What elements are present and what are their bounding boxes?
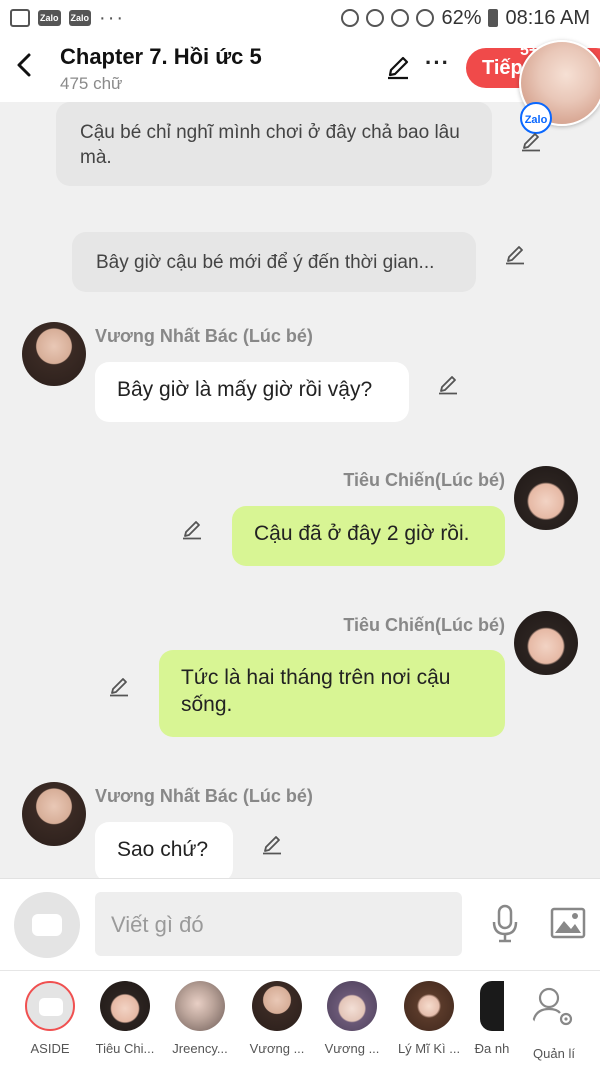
image-picker-icon[interactable] [550, 907, 586, 939]
edit-chapter-icon[interactable] [385, 54, 411, 80]
narration-text: Bây giờ cậu bé mới để ý đến thời gian... [96, 252, 435, 273]
character-label: Quản lí [533, 1046, 575, 1061]
zalo-notification-icon: Zalo [38, 10, 61, 26]
microphone-icon[interactable] [490, 904, 520, 944]
character-jreency[interactable]: Jreency... [160, 981, 240, 1056]
character-tieu-chien[interactable]: Tiêu Chi... [85, 981, 165, 1056]
chapter-title: Chapter 7. Hồi ức 5 [60, 44, 262, 69]
character-label: ASIDE [30, 1041, 70, 1056]
character-manage[interactable]: Quản lí [514, 981, 594, 1061]
message-input[interactable]: Viết gì đó [95, 892, 462, 956]
message-bubble[interactable]: Tức là hai tháng trên nơi cậu sống. [159, 650, 505, 737]
character-ly-mi-ki[interactable]: Lý Mĩ Kì ... [389, 981, 469, 1056]
manage-characters-icon [529, 981, 579, 1031]
edit-pencil-icon[interactable] [504, 243, 526, 265]
narration-text: Cậu bé chỉ nghĩ mình chơi ở đây chả bao … [80, 122, 460, 168]
message-bubble[interactable]: Cậu đã ở đây 2 giờ rồi. [232, 506, 505, 566]
next-chapter-label: Tiếp [482, 57, 523, 79]
message-text: Sao chứ? [117, 838, 209, 861]
avatar [404, 981, 454, 1031]
character-label: Tiêu Chi... [95, 1041, 155, 1056]
narration-bubble[interactable]: Bây giờ cậu bé mới để ý đến thời gian... [72, 232, 476, 292]
alarm-icon [366, 9, 385, 27]
edit-pencil-icon[interactable] [520, 130, 542, 152]
clock: 08:16 AM [505, 6, 590, 29]
avatar [175, 981, 225, 1031]
wifi-icon [391, 9, 410, 27]
sender-name: Vương Nhất Bác (Lúc bé) [95, 326, 313, 346]
zalo-notification-icon: Zalo [68, 10, 92, 26]
more-options-icon[interactable]: ··· [425, 50, 450, 76]
sender-name: Tiêu Chiến(Lúc bé) [343, 470, 505, 490]
edit-pencil-icon[interactable] [181, 518, 203, 540]
character-label: Vương ... [324, 1041, 380, 1056]
aside-toggle-button[interactable] [14, 892, 80, 958]
character-aside[interactable]: ASIDE [10, 981, 90, 1056]
message-bubble[interactable]: Bây giờ là mấy giờ rồi vậy? [95, 362, 409, 422]
character-vuong-2[interactable]: Vương ... [312, 981, 392, 1056]
edit-pencil-icon[interactable] [108, 675, 130, 697]
narration-bubble[interactable]: Cậu bé chỉ nghĩ mình chơi ở đây chả bao … [56, 102, 492, 186]
message-text: Tức là hai tháng trên nơi cậu sống. [181, 666, 451, 716]
character-label: Jreency... [172, 1041, 228, 1056]
more-notifications-icon: ··· [99, 6, 126, 29]
battery-icon [488, 9, 499, 27]
message-bubble[interactable]: Sao chứ? [95, 822, 233, 878]
message-text: Bây giờ là mấy giờ rồi vậy? [117, 378, 373, 401]
character-label: Vương ... [249, 1041, 305, 1056]
character-vuong-1[interactable]: Vương ... [237, 981, 317, 1056]
message-text: Cậu đã ở đây 2 giờ rồi. [254, 522, 470, 545]
avatar [327, 981, 377, 1031]
character-label: Lý Mĩ Kì ... [397, 1041, 461, 1056]
avatar-tieu-chien[interactable] [514, 611, 578, 675]
avatar-vuong-nhat-bac[interactable] [22, 782, 86, 846]
avatar-tieu-chien[interactable] [514, 466, 578, 530]
aside-icon [25, 981, 75, 1031]
input-bar: Viết gì đó [0, 878, 600, 970]
character-da-nh[interactable]: Đa nh [462, 981, 522, 1056]
back-arrow-icon[interactable] [12, 50, 36, 80]
character-label: Đa nh [474, 1041, 510, 1056]
chat-area[interactable]: Cậu bé chỉ nghĩ mình chơi ở đây chả bao … [0, 102, 600, 878]
avatar [480, 981, 504, 1031]
word-count: 475 chữ [60, 74, 123, 93]
character-bar: ASIDE Tiêu Chi... Jreency... Vương ... V… [0, 970, 600, 1067]
battery-percent: 62% [441, 6, 482, 29]
no-sim-icon [416, 9, 435, 27]
edit-pencil-icon[interactable] [261, 833, 283, 855]
avatar [100, 981, 150, 1031]
gallery-notification-icon [10, 9, 30, 27]
edit-pencil-icon[interactable] [437, 373, 459, 395]
chat-bubble-icon [32, 914, 62, 936]
sender-name: Tiêu Chiến(Lúc bé) [343, 615, 505, 635]
sender-name: Vương Nhất Bác (Lúc bé) [95, 786, 313, 806]
status-bar: Zalo Zalo ··· 62% 08:16 AM [0, 0, 600, 36]
chapter-header: Chapter 7. Hồi ức 5 475 chữ ··· Tiếp 5+ [0, 36, 600, 102]
avatar [252, 981, 302, 1031]
silent-icon [341, 9, 360, 27]
avatar-vuong-nhat-bac[interactable] [22, 322, 86, 386]
